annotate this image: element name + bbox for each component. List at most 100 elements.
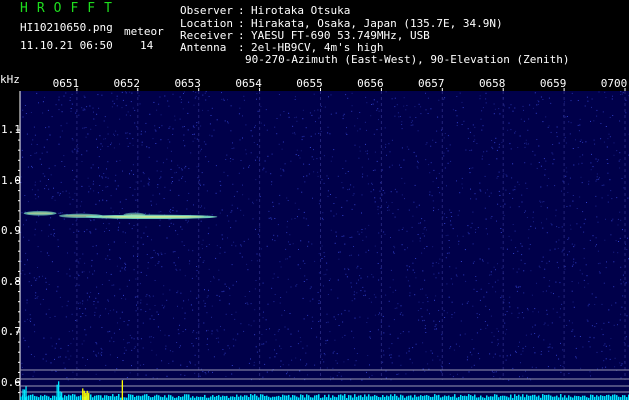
noise-speck (362, 286, 364, 288)
noise-speck (222, 238, 224, 240)
noise-speck (254, 288, 256, 290)
noise-speck (148, 295, 150, 297)
noise-speck (132, 194, 134, 196)
noise-speck (366, 102, 368, 104)
noise-speck (401, 121, 403, 123)
noise-speck (625, 112, 627, 114)
noise-speck (105, 364, 107, 366)
noise-speck (406, 352, 408, 354)
noise-speck (225, 159, 227, 160)
noise-speck (44, 96, 45, 98)
noise-speck (57, 192, 59, 194)
noise-speck (174, 119, 176, 121)
noise-speck (155, 143, 157, 144)
noise-speck (458, 243, 460, 245)
noise-speck (184, 167, 186, 169)
noise-speck (597, 250, 599, 252)
power-bar (104, 395, 106, 400)
noise-speck (105, 176, 107, 178)
noise-speck (157, 326, 159, 328)
power-bar (306, 394, 308, 400)
noise-speck (419, 240, 421, 242)
noise-speck (97, 192, 99, 194)
noise-speck (542, 99, 544, 100)
noise-speck (436, 177, 437, 179)
noise-speck (396, 104, 398, 106)
noise-speck (194, 137, 196, 139)
noise-speck (354, 298, 356, 300)
noise-speck (509, 193, 511, 194)
noise-speck (438, 172, 440, 174)
power-bar (462, 395, 464, 400)
noise-speck (519, 376, 520, 378)
noise-speck (59, 296, 61, 298)
noise-speck (429, 191, 431, 193)
noise-speck (119, 257, 121, 258)
noise-speck (420, 222, 421, 224)
noise-speck (132, 164, 134, 166)
noise-speck (236, 281, 237, 283)
power-bar (338, 394, 340, 400)
noise-speck (127, 324, 129, 326)
noise-speck (277, 276, 279, 278)
noise-speck (491, 341, 493, 343)
noise-speck (523, 109, 524, 111)
noise-speck (435, 324, 437, 326)
noise-speck (51, 345, 53, 347)
noise-speck (204, 302, 206, 304)
power-burst-bar (86, 390, 88, 400)
noise-speck (286, 373, 288, 375)
noise-speck (41, 230, 43, 232)
power-bar (394, 394, 396, 400)
power-bar (596, 395, 598, 400)
noise-speck (564, 265, 566, 267)
noise-speck (417, 130, 419, 132)
noise-speck (51, 370, 53, 372)
noise-speck (593, 337, 595, 339)
power-bar (350, 395, 352, 400)
noise-speck (51, 116, 53, 118)
power-bar (606, 394, 608, 400)
noise-speck (418, 222, 420, 224)
noise-speck (211, 214, 213, 216)
noise-speck (192, 125, 194, 127)
noise-speck (361, 194, 363, 196)
noise-speck (59, 193, 61, 195)
noise-speck (205, 99, 207, 101)
noise-speck (101, 145, 103, 147)
power-bar (108, 396, 110, 400)
noise-speck (119, 118, 121, 120)
noise-speck (449, 266, 451, 268)
noise-speck (476, 291, 478, 292)
noise-speck (243, 167, 245, 169)
noise-speck (565, 167, 567, 169)
noise-speck (88, 191, 90, 193)
noise-speck (575, 357, 577, 359)
power-bar (460, 394, 462, 400)
noise-speck (357, 117, 359, 119)
noise-speck (627, 237, 629, 239)
noise-speck (347, 97, 349, 99)
noise-speck (119, 160, 121, 162)
noise-speck (76, 149, 78, 151)
noise-speck (603, 322, 605, 324)
noise-speck (321, 258, 323, 259)
power-bar (340, 394, 342, 400)
noise-speck (273, 301, 275, 303)
noise-speck (123, 339, 125, 341)
noise-speck (291, 218, 293, 220)
noise-speck (443, 137, 445, 139)
noise-speck (448, 252, 450, 254)
noise-speck (188, 168, 190, 169)
noise-speck (242, 184, 243, 186)
noise-speck (204, 207, 206, 209)
noise-speck (459, 334, 461, 336)
noise-speck (501, 142, 503, 143)
power-bar (196, 396, 198, 400)
noise-speck (178, 333, 180, 335)
noise-speck (472, 167, 474, 169)
noise-speck (517, 181, 519, 183)
noise-speck (204, 305, 206, 307)
noise-speck (57, 286, 59, 288)
noise-speck (152, 194, 154, 196)
